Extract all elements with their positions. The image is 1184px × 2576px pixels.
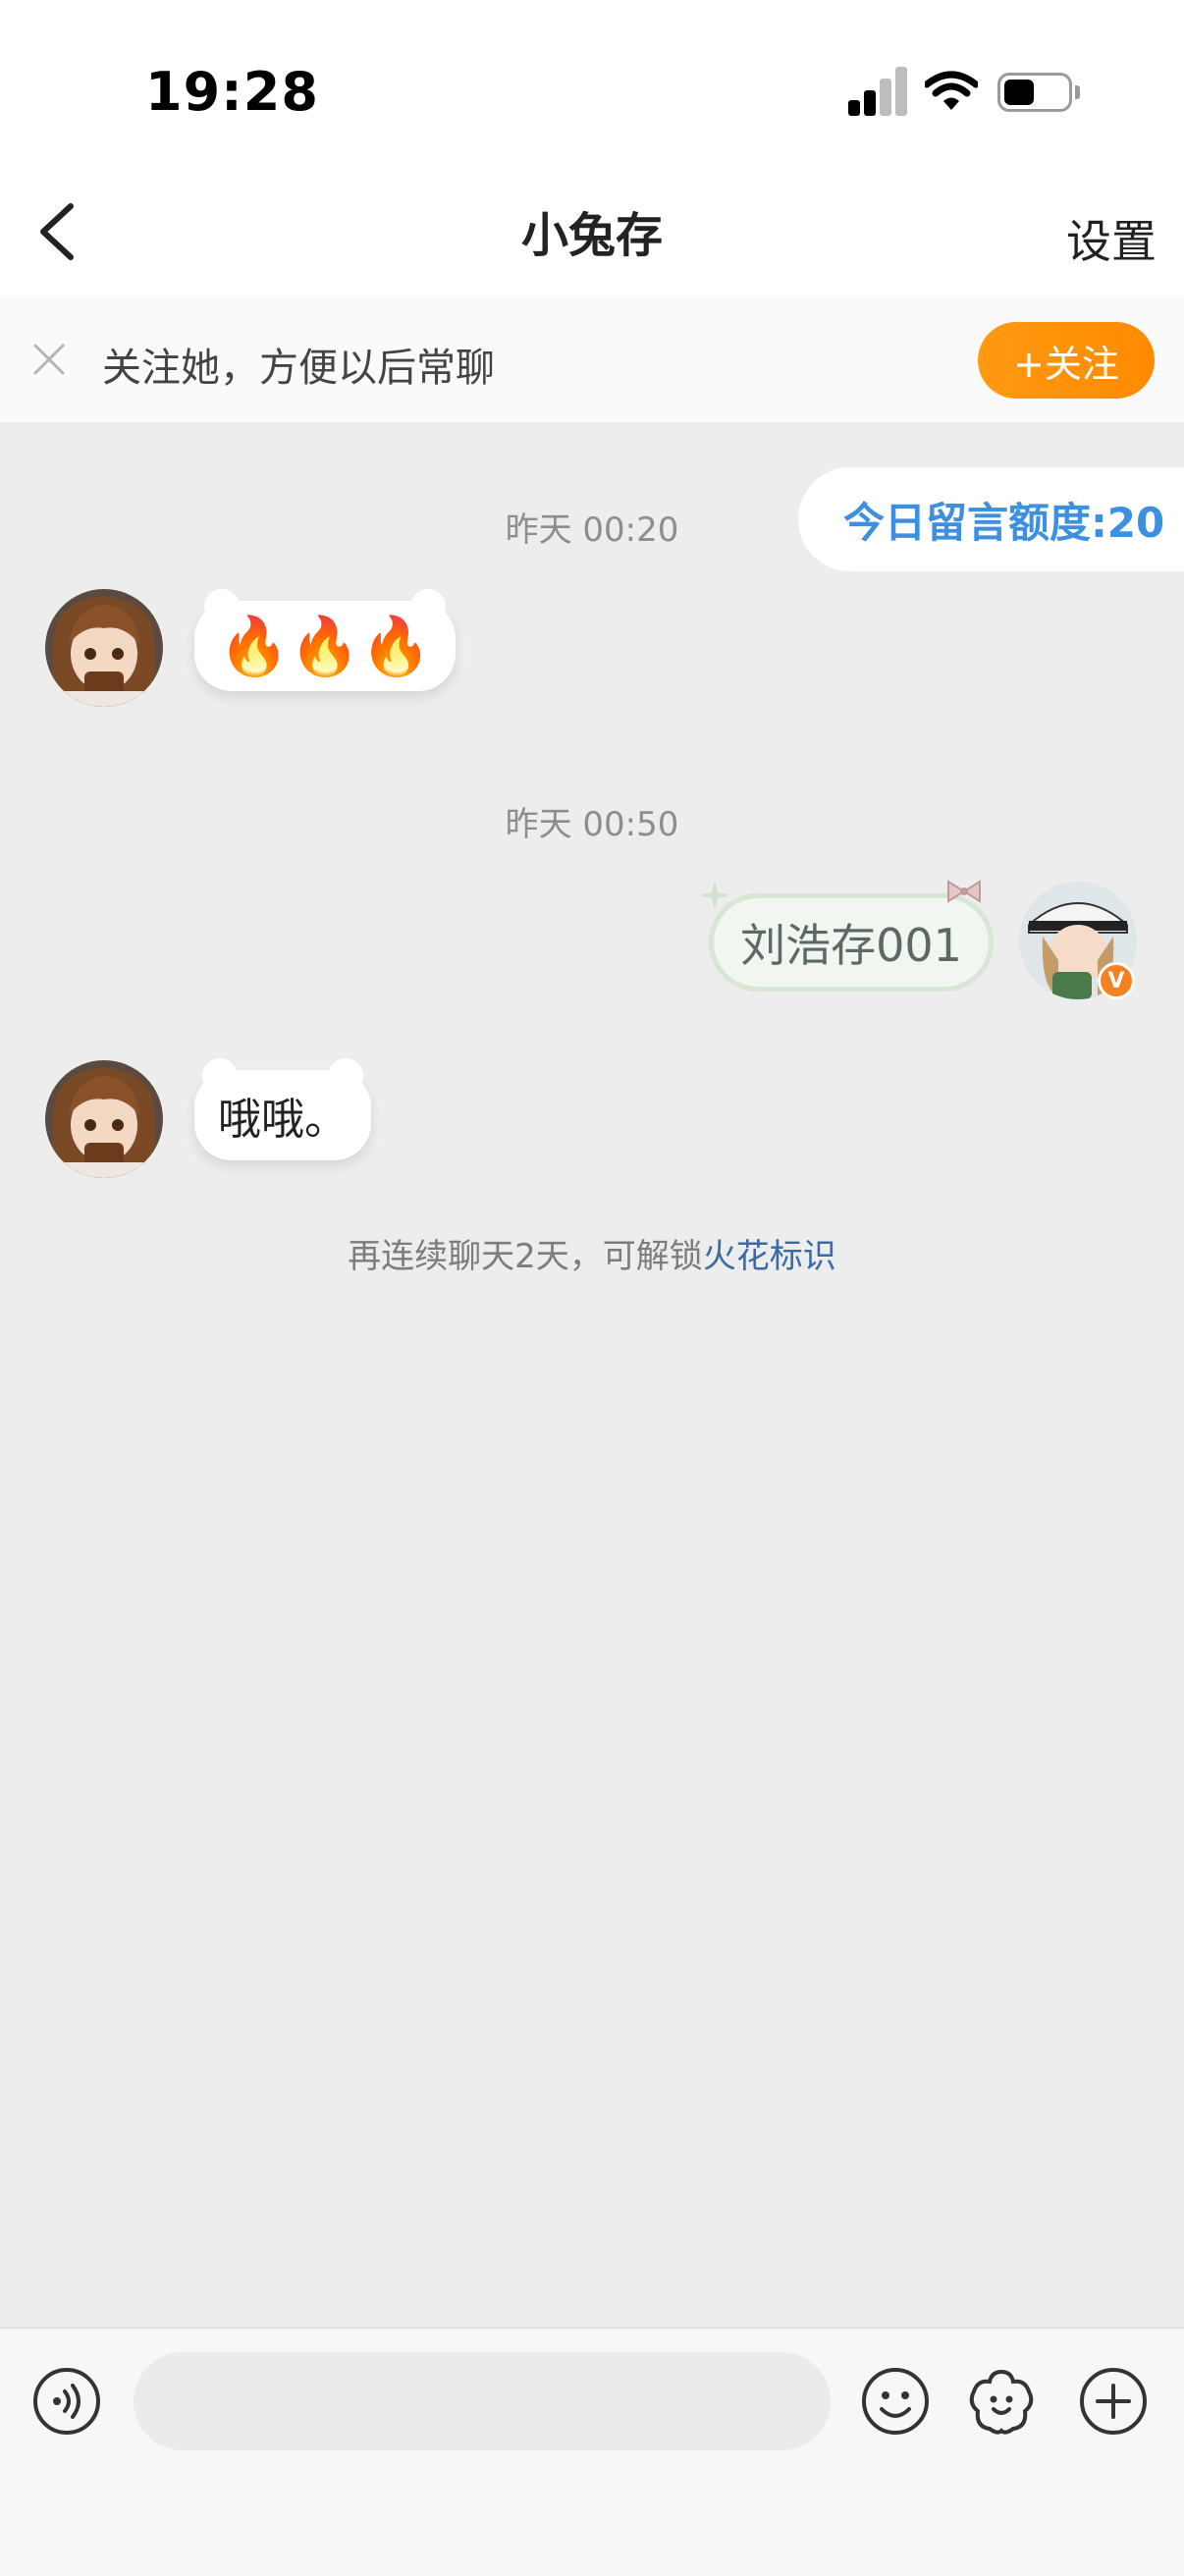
timestamp: 昨天 00:20 — [505, 510, 679, 550]
settings-button[interactable]: 设置 — [1066, 206, 1157, 271]
voice-icon[interactable] — [31, 2366, 102, 2437]
signal-icon — [848, 61, 907, 116]
contact-avatar[interactable] — [45, 589, 163, 707]
message-bubble-received[interactable]: 🔥🔥🔥 — [194, 589, 456, 691]
message-text: 🔥🔥🔥 — [218, 612, 432, 679]
message-input[interactable] — [134, 2352, 831, 2450]
input-bar — [0, 2327, 1184, 2576]
status-bar: 19:28 — [0, 0, 1184, 167]
message-bubble-sent[interactable]: 刘浩存001 — [709, 893, 994, 992]
contact-avatar[interactable] — [45, 1060, 163, 1178]
unlock-hint-text: 再连续聊天2天，可解锁 — [348, 1237, 703, 1276]
nav-bar: 小兔存 设置 — [0, 167, 1184, 298]
wifi-icon — [925, 71, 978, 110]
sparkle-decoration-icon — [701, 882, 728, 909]
streak-unlock-hint: 再连续聊天2天，可解锁火花标识 — [0, 1229, 1184, 1277]
message-text: 哦哦。 — [218, 1095, 348, 1145]
follow-banner: 关注她，方便以后常聊 +关注 — [0, 296, 1184, 422]
emoji-icon[interactable] — [860, 2366, 931, 2437]
plus-icon[interactable] — [1078, 2366, 1149, 2437]
follow-button[interactable]: +关注 — [978, 322, 1155, 399]
spark-badge-link[interactable]: 火花标识 — [703, 1237, 836, 1276]
close-icon[interactable] — [29, 340, 69, 379]
timestamp: 昨天 00:50 — [505, 805, 679, 844]
message-bubble-received[interactable]: 哦哦。 — [194, 1058, 371, 1160]
message-text: 刘浩存001 — [740, 919, 962, 972]
battery-icon — [997, 73, 1080, 112]
sticker-icon[interactable] — [966, 2366, 1037, 2437]
chat-title: 小兔存 — [520, 208, 663, 263]
follow-prompt-text: 关注她，方便以后常聊 — [102, 346, 495, 391]
verified-badge-icon: V — [1098, 962, 1135, 999]
bow-decoration-icon — [947, 880, 981, 903]
status-time: 19:28 — [145, 61, 319, 123]
